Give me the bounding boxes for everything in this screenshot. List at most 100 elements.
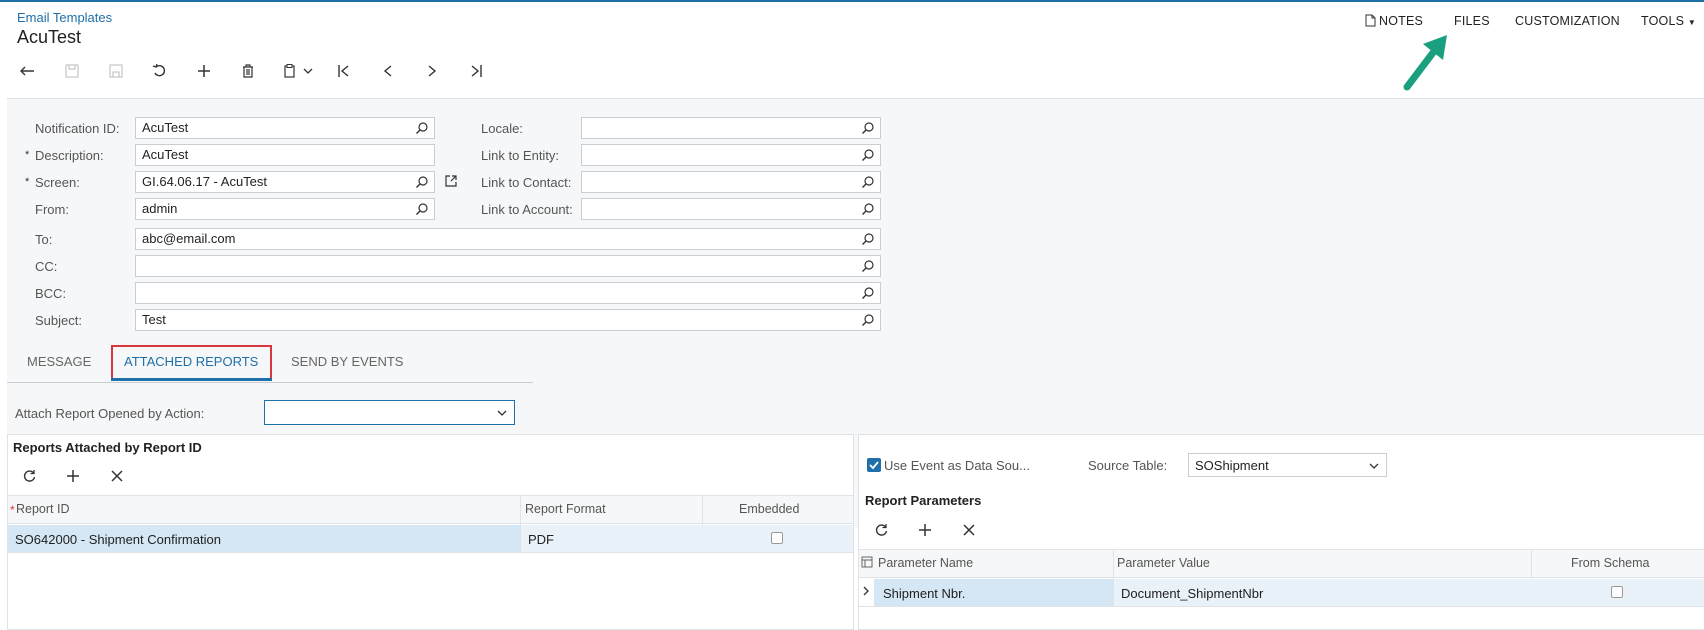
save-close-icon xyxy=(65,64,79,78)
to-value: abc@email.com xyxy=(142,231,236,246)
tab-message[interactable]: MESSAGE xyxy=(27,354,91,369)
search-icon[interactable] xyxy=(861,259,875,273)
next-icon xyxy=(428,65,437,77)
col-parameter-value[interactable]: Parameter Value xyxy=(1117,556,1210,570)
bcc-field[interactable] xyxy=(135,282,881,304)
to-field[interactable]: abc@email.com xyxy=(135,228,881,250)
save-close-button[interactable] xyxy=(58,57,86,85)
first-record-button[interactable] xyxy=(330,57,358,85)
link-entity-label: Link to Entity: xyxy=(481,148,560,163)
refresh-button[interactable] xyxy=(867,516,895,544)
subject-value: Test xyxy=(142,312,166,327)
previous-record-button[interactable] xyxy=(374,57,402,85)
screen-label: Screen: xyxy=(35,175,80,190)
tools-button[interactable]: TOOLS ▼ xyxy=(1641,14,1696,28)
search-icon[interactable] xyxy=(861,202,875,216)
save-button[interactable] xyxy=(102,57,130,85)
link-account-field[interactable] xyxy=(581,198,881,220)
bcc-label: BCC: xyxy=(35,286,67,301)
parameters-title: Report Parameters xyxy=(865,493,982,508)
row-divider xyxy=(859,606,1704,607)
search-icon[interactable] xyxy=(861,232,875,246)
last-icon xyxy=(471,65,482,77)
close-icon xyxy=(111,470,123,482)
screen-field[interactable]: GI.64.06.17 - AcuTest xyxy=(135,171,435,193)
attach-action-select[interactable] xyxy=(264,400,515,425)
search-icon[interactable] xyxy=(861,121,875,135)
report-format-cell[interactable]: PDF xyxy=(528,532,554,547)
tab-send-by-events[interactable]: SEND BY EVENTS xyxy=(291,354,403,369)
link-contact-label: Link to Contact: xyxy=(481,175,572,190)
clipboard-icon xyxy=(284,64,295,78)
cancel-button[interactable] xyxy=(146,57,174,85)
cc-label: CC: xyxy=(35,259,58,274)
add-icon xyxy=(198,65,210,77)
use-event-checkbox[interactable] xyxy=(867,458,881,472)
attach-action-label: Attach Report Opened by Action: xyxy=(15,406,205,421)
back-button[interactable] xyxy=(14,57,42,85)
cc-field[interactable] xyxy=(135,255,881,277)
back-icon xyxy=(20,66,34,76)
next-record-button[interactable] xyxy=(418,57,446,85)
add-button[interactable] xyxy=(190,57,218,85)
grid-settings-icon[interactable] xyxy=(861,556,873,568)
delete-button[interactable] xyxy=(234,57,262,85)
from-value: admin xyxy=(142,201,178,216)
locale-field[interactable] xyxy=(581,117,881,139)
from-label: From: xyxy=(35,202,69,217)
chevron-down-icon xyxy=(303,68,313,74)
refresh-button[interactable] xyxy=(15,462,43,490)
use-event-label: Use Event as Data Sou... xyxy=(884,458,1030,473)
files-button[interactable]: FILES xyxy=(1454,14,1490,28)
tab-attached-reports[interactable]: ATTACHED REPORTS xyxy=(124,354,258,369)
save-icon xyxy=(109,64,123,78)
from-field[interactable]: admin xyxy=(135,198,435,220)
add-row-button[interactable] xyxy=(59,462,87,490)
breadcrumb[interactable]: Email Templates xyxy=(17,10,112,25)
parameter-value-cell[interactable]: Document_ShipmentNbr xyxy=(1121,586,1263,601)
col-from-schema[interactable]: From Schema xyxy=(1571,556,1650,570)
delete-icon xyxy=(243,64,253,78)
search-icon[interactable] xyxy=(415,121,429,135)
notes-icon xyxy=(1365,14,1376,27)
notification-id-field[interactable]: AcuTest xyxy=(135,117,435,139)
link-account-label: Link to Account: xyxy=(481,202,573,217)
source-table-select[interactable]: SOShipment xyxy=(1188,453,1387,477)
description-field[interactable]: AcuTest xyxy=(135,144,435,166)
required-mark: * xyxy=(10,503,15,517)
embedded-checkbox[interactable] xyxy=(771,532,783,544)
notes-label: NOTES xyxy=(1379,14,1424,28)
from-schema-checkbox[interactable] xyxy=(1611,586,1623,598)
add-row-button[interactable] xyxy=(911,516,939,544)
previous-icon xyxy=(383,65,392,77)
col-report-format[interactable]: Report Format xyxy=(525,502,606,516)
report-id-cell[interactable]: SO642000 - Shipment Confirmation xyxy=(15,532,221,547)
search-icon[interactable] xyxy=(861,148,875,162)
refresh-icon xyxy=(875,523,887,536)
search-icon[interactable] xyxy=(861,286,875,300)
col-parameter-name[interactable]: Parameter Name xyxy=(878,556,973,570)
delete-row-button[interactable] xyxy=(103,462,131,490)
copy-paste-button[interactable] xyxy=(278,57,318,85)
search-icon[interactable] xyxy=(861,175,875,189)
description-label: Description: xyxy=(35,148,104,163)
link-entity-field[interactable] xyxy=(581,144,881,166)
parameter-name-cell[interactable]: Shipment Nbr. xyxy=(883,586,965,601)
col-report-id[interactable]: Report ID xyxy=(16,502,70,516)
last-record-button[interactable] xyxy=(462,57,490,85)
search-icon[interactable] xyxy=(415,202,429,216)
top-accent-line xyxy=(0,0,1704,2)
delete-row-button[interactable] xyxy=(955,516,983,544)
customization-button[interactable]: CUSTOMIZATION xyxy=(1515,14,1620,28)
page-title: AcuTest xyxy=(17,27,82,47)
locale-label: Locale: xyxy=(481,121,523,136)
source-table-label: Source Table: xyxy=(1088,458,1168,473)
notes-button[interactable]: NOTES xyxy=(1365,14,1423,28)
subject-field[interactable]: Test xyxy=(135,309,881,331)
link-contact-field[interactable] xyxy=(581,171,881,193)
external-link-icon[interactable] xyxy=(444,174,458,188)
chevron-right-icon[interactable] xyxy=(861,585,871,597)
search-icon[interactable] xyxy=(861,313,875,327)
col-embedded[interactable]: Embedded xyxy=(739,502,799,516)
search-icon[interactable] xyxy=(415,175,429,189)
